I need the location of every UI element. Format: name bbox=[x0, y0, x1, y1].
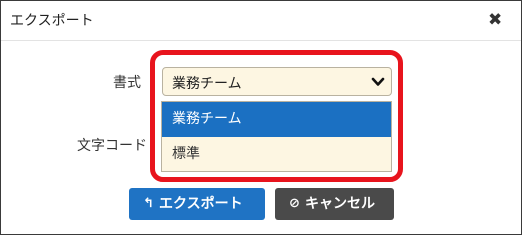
charset-label: 文字コード bbox=[77, 138, 147, 154]
export-dialog: エクスポート ✖ 書式 文字コード 業務チーム 業務チーム 標準 ↰ エクスポー… bbox=[0, 0, 522, 235]
ban-icon: ⊘ bbox=[289, 196, 300, 211]
cancel-button-label: キャンセル bbox=[305, 196, 375, 212]
highlight-annotation bbox=[150, 50, 403, 182]
dialog-titlebar: エクスポート ✖ bbox=[1, 1, 521, 41]
export-button[interactable]: ↰ エクスポート bbox=[129, 188, 265, 220]
dialog-title: エクスポート bbox=[10, 13, 94, 29]
close-icon[interactable]: ✖ bbox=[488, 10, 502, 30]
cancel-button[interactable]: ⊘ キャンセル bbox=[275, 188, 394, 220]
format-label: 書式 bbox=[113, 75, 141, 91]
return-arrow-icon: ↰ bbox=[143, 196, 154, 211]
export-button-label: エクスポート bbox=[159, 196, 243, 212]
